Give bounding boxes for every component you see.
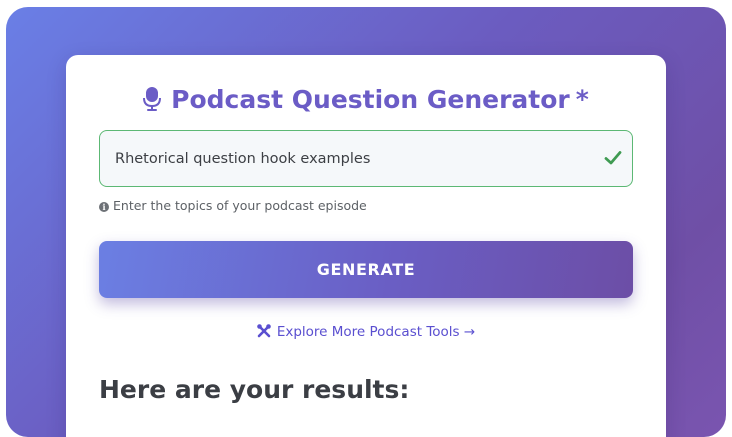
input-hint: i Enter the topics of your podcast episod… [99,198,367,213]
generator-card: Podcast Question Generator* i Enter the t… [66,55,666,437]
explore-tools-link[interactable]: Explore More Podcast Tools → [66,324,666,342]
microphone-icon [143,87,162,117]
title-text: Podcast Question Generator [171,85,570,114]
results-heading: Here are your results: [99,375,410,404]
explore-label: Explore More Podcast Tools → [276,324,476,340]
required-marker: * [575,85,589,114]
topic-input[interactable] [115,131,585,186]
page-title: Podcast Question Generator * [66,85,666,117]
info-icon: i [99,202,109,212]
topic-field[interactable] [99,130,633,187]
page-background: Podcast Question Generator* i Enter the t… [6,7,726,437]
generate-button[interactable]: GENERATE [99,241,633,298]
checkmark-icon [604,149,622,167]
tools-icon [257,324,271,342]
hint-text: Enter the topics of your podcast episode [113,198,367,213]
